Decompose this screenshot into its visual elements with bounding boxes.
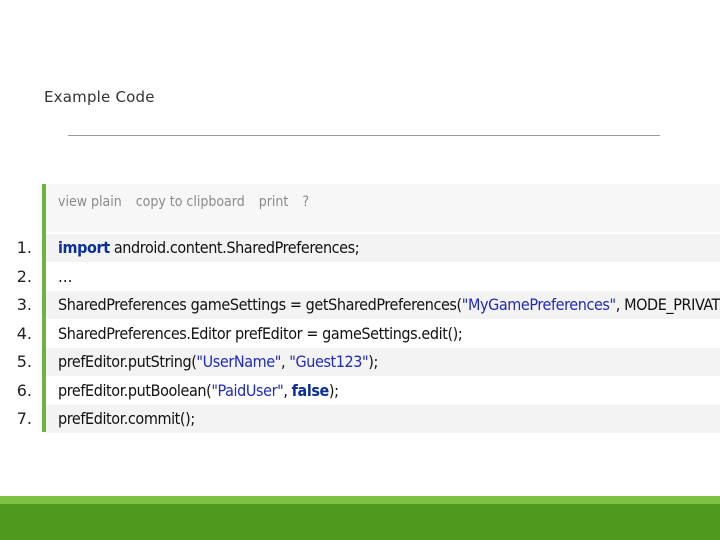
code-text: SharedPreferences gameSettings = getShar… — [58, 291, 720, 319]
code-line: 4. SharedPreferences.Editor prefEditor = … — [0, 319, 720, 348]
code-keyword: false — [291, 380, 330, 400]
code-text: … — [58, 263, 72, 291]
code-line: 3. SharedPreferences gameSettings = getSh… — [0, 291, 720, 319]
code-token: prefEditor.putBoolean( — [58, 380, 212, 400]
code-token: SharedPreferences gameSettings = getShar… — [58, 295, 462, 314]
code-line: 1. import android.content.SharedPreferenc… — [0, 234, 720, 262]
code-line: 7. prefEditor.commit(); — [0, 405, 720, 433]
code-toolbar-links: view plain copy to clipboard print ? — [58, 194, 319, 210]
code-line: 5. prefEditor.putString("UserName", "Gues… — [0, 348, 720, 376]
code-token: … — [58, 266, 72, 286]
code-text: prefEditor.putBoolean("PaidUser", false)… — [58, 377, 339, 405]
code-text: import android.content.SharedPreferences… — [58, 234, 360, 262]
help-link[interactable]: ? — [302, 194, 309, 210]
code-token: SharedPreferences.Editor prefEditor = ga… — [58, 323, 463, 343]
code-token: ); — [328, 380, 339, 400]
code-token: , MODE_PRIVATE); — [615, 295, 720, 314]
title-divider — [68, 135, 660, 136]
code-token: prefEditor.commit(); — [58, 409, 195, 428]
code-string: "UserName" — [196, 352, 281, 371]
code-text: prefEditor.putString("UserName", "Guest1… — [58, 348, 378, 376]
code-token: android.content.SharedPreferences; — [109, 238, 360, 257]
code-token: ); — [368, 352, 378, 371]
footer-band-highlight — [0, 496, 720, 504]
code-block: view plain copy to clipboard print ? 1. i… — [0, 184, 720, 433]
code-string: "Guest123" — [289, 352, 369, 371]
code-token: , — [283, 380, 292, 400]
line-number: 6. — [16, 380, 32, 400]
line-number: 2. — [16, 266, 32, 286]
line-number: 5. — [16, 352, 32, 371]
line-number: 7. — [16, 409, 32, 428]
code-string: "PaidUser" — [211, 380, 284, 400]
line-number: 1. — [16, 238, 32, 257]
code-text: prefEditor.commit(); — [58, 405, 195, 433]
line-number: 3. — [16, 295, 32, 314]
code-line: 6. prefEditor.putBoolean("PaidUser", fals… — [0, 376, 720, 405]
code-token: prefEditor.putString( — [58, 352, 197, 371]
code-string: "MyGamePreferences" — [461, 295, 616, 314]
slide-title: Example Code — [44, 88, 155, 106]
code-line: 2. … — [0, 262, 720, 291]
view-plain-link[interactable]: view plain — [58, 194, 122, 210]
code-text: SharedPreferences.Editor prefEditor = ga… — [58, 320, 463, 348]
code-line-background — [46, 262, 720, 291]
copy-to-clipboard-link[interactable]: copy to clipboard — [136, 194, 245, 210]
print-link[interactable]: print — [259, 194, 289, 210]
footer-band — [0, 496, 720, 540]
line-number: 4. — [16, 323, 32, 343]
code-keyword: import — [58, 238, 110, 257]
